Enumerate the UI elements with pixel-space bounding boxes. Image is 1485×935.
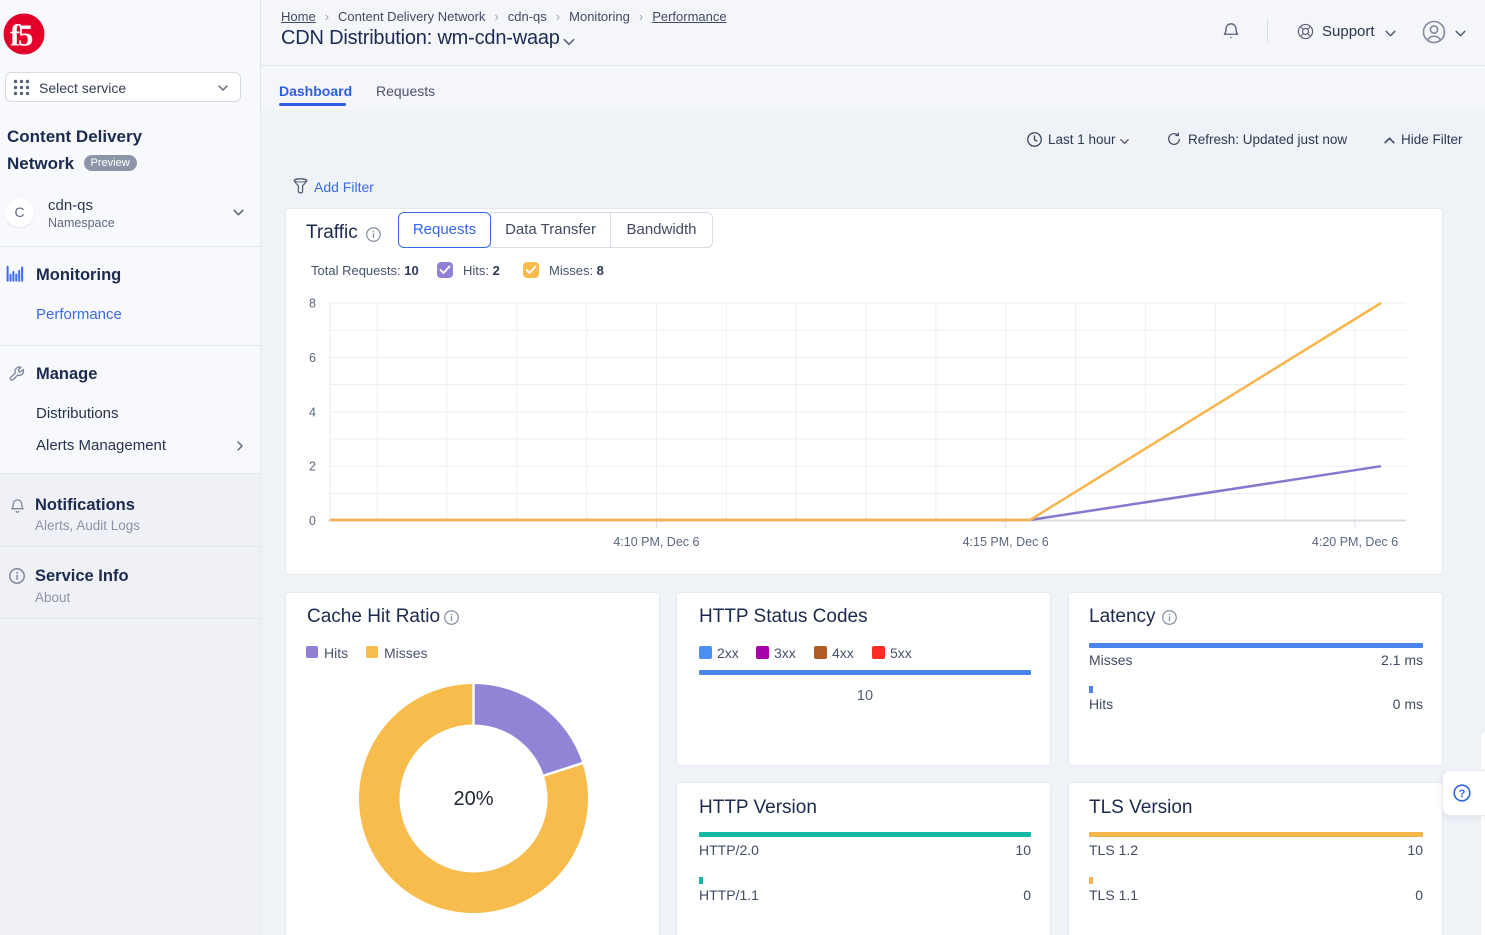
svg-text:20%: 20% (453, 788, 493, 810)
svg-text:8: 8 (309, 297, 316, 311)
svg-text:4:15 PM, Dec 6: 4:15 PM, Dec 6 (963, 535, 1049, 549)
svg-text:f5: f5 (10, 18, 33, 53)
svg-text:0: 0 (309, 514, 316, 528)
svg-text:4:20 PM, Dec 6: 4:20 PM, Dec 6 (1312, 535, 1398, 549)
svg-text:?: ? (1459, 788, 1466, 800)
svg-text:4: 4 (309, 405, 316, 419)
svg-text:6: 6 (309, 351, 316, 365)
svg-text:2: 2 (309, 460, 316, 474)
svg-text:4:10 PM, Dec 6: 4:10 PM, Dec 6 (613, 535, 699, 549)
